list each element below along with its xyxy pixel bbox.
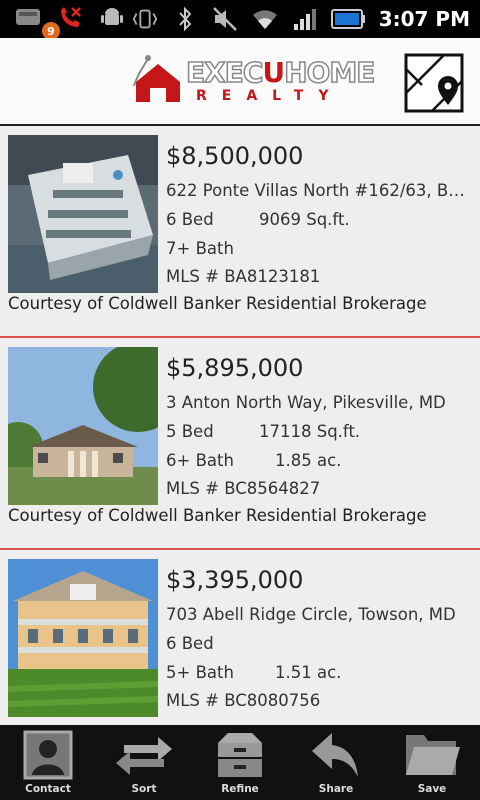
logo-subtitle: REALTY bbox=[196, 88, 344, 104]
refine-button[interactable]: Refine bbox=[192, 725, 288, 800]
contact-button[interactable]: Contact bbox=[0, 725, 96, 800]
listing-baths: 6+ Bath bbox=[166, 451, 234, 470]
folder-icon bbox=[406, 735, 460, 775]
listing-beds: 5 Bed bbox=[166, 422, 214, 441]
map-pin-icon bbox=[404, 53, 464, 113]
vibrate-icon bbox=[131, 5, 159, 33]
sort-arrows-icon bbox=[116, 737, 172, 775]
save-button[interactable]: Save bbox=[384, 725, 480, 800]
listing-price: $8,500,000 bbox=[166, 142, 304, 170]
house-logo-icon bbox=[133, 55, 180, 102]
listing-address: 703 Abell Ridge Circle, Towson, MD bbox=[166, 605, 456, 624]
contact-icon bbox=[23, 730, 73, 780]
clock-time: 3:07 PM bbox=[378, 7, 470, 31]
listing-photo bbox=[8, 135, 158, 293]
listing-photo bbox=[8, 347, 158, 505]
signal-icon bbox=[291, 5, 319, 33]
listing-mls: MLS # BC8564827 bbox=[166, 479, 321, 498]
listing-courtesy: Courtesy of Coldwell Banker Residential … bbox=[8, 506, 427, 525]
filter-drawer-icon bbox=[218, 733, 262, 777]
listing-item[interactable]: $8,500,000 622 Ponte Villas North #162/6… bbox=[0, 126, 480, 338]
tab-label: Refine bbox=[221, 783, 259, 795]
listing-baths: 5+ Bath bbox=[166, 663, 234, 682]
company-logo: EXECUHOME REALTY bbox=[128, 52, 376, 108]
listing-address: 622 Ponte Villas North #162/63, Balt... bbox=[166, 181, 472, 200]
listing-acres: 1.51 ac. bbox=[275, 663, 342, 682]
listing-beds: 6 Bed bbox=[166, 210, 214, 229]
share-arrow-icon bbox=[312, 733, 358, 777]
listing-mls: MLS # BA8123181 bbox=[166, 267, 321, 286]
mute-icon bbox=[211, 5, 239, 33]
listing-photo bbox=[8, 559, 158, 717]
android-icon bbox=[98, 4, 126, 32]
listing-mls: MLS # BC8080756 bbox=[166, 691, 321, 710]
battery-icon bbox=[330, 5, 367, 33]
tab-label: Share bbox=[318, 783, 354, 795]
bluetooth-icon bbox=[171, 5, 199, 33]
listing-sqft: 9069 Sq.ft. bbox=[259, 210, 350, 229]
listing-address: 3 Anton North Way, Pikesville, MD bbox=[166, 393, 446, 412]
listing-price: $3,395,000 bbox=[166, 566, 304, 594]
wifi-icon bbox=[251, 5, 279, 33]
logo-wordmark: EXECUHOME bbox=[185, 55, 376, 90]
listing-baths: 7+ Bath bbox=[166, 239, 234, 258]
tab-label: Contact bbox=[25, 783, 71, 795]
share-button[interactable]: Share bbox=[288, 725, 384, 800]
sort-button[interactable]: Sort bbox=[96, 725, 192, 800]
app-header: EXECUHOME REALTY bbox=[0, 38, 480, 126]
tab-label: Sort bbox=[131, 783, 157, 795]
listing-acres: 1.85 ac. bbox=[275, 451, 342, 470]
voicemail-icon: 9 bbox=[14, 4, 62, 42]
listing-courtesy: Courtesy of Coldwell Banker Residential … bbox=[8, 294, 427, 313]
listing-price: $5,895,000 bbox=[166, 354, 304, 382]
listing-sqft: 17118 Sq.ft. bbox=[259, 422, 361, 441]
tab-label: Save bbox=[417, 783, 447, 795]
status-bar: 9 3:07 PM bbox=[0, 0, 480, 42]
map-view-button[interactable] bbox=[404, 53, 464, 113]
listing-item[interactable]: $5,895,000 3 Anton North Way, Pikesville… bbox=[0, 338, 480, 550]
listings-list[interactable]: $8,500,000 622 Ponte Villas North #162/6… bbox=[0, 126, 480, 724]
bottom-toolbar: Contact Sort Refine Share Save bbox=[0, 725, 480, 800]
listing-beds: 6 Bed bbox=[166, 634, 214, 653]
listing-item[interactable]: $3,395,000 703 Abell Ridge Circle, Towso… bbox=[0, 550, 480, 724]
